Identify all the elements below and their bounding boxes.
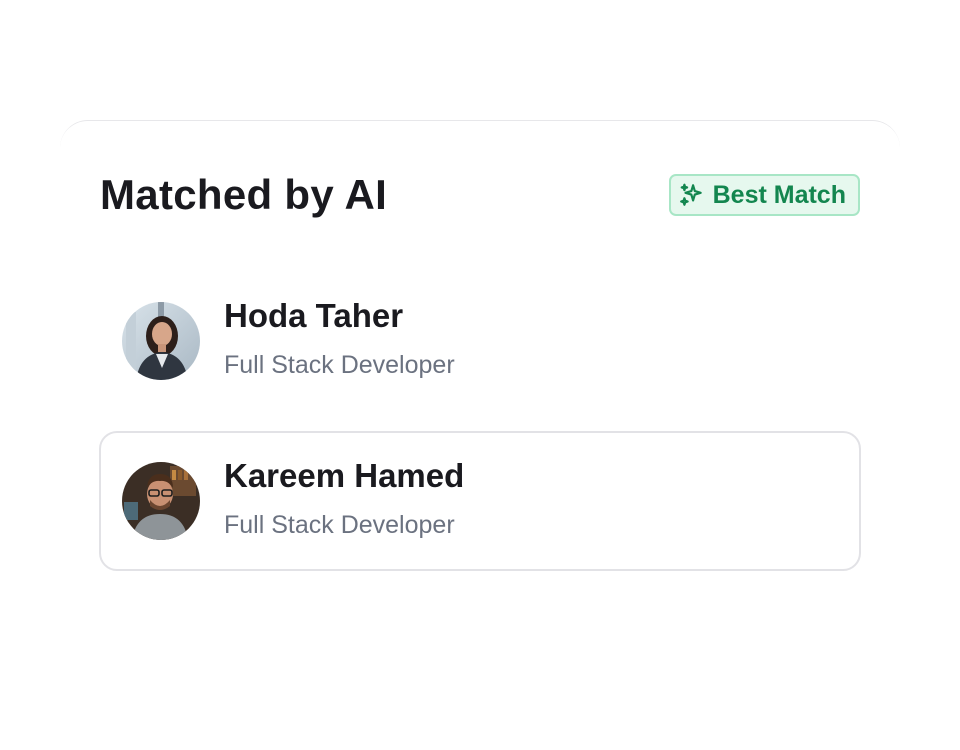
avatar	[122, 302, 200, 380]
matched-by-ai-card: Matched by AI Best Match Hoda Taher Full…	[60, 120, 900, 610]
best-match-badge: Best Match	[668, 174, 860, 216]
candidate-info: Kareem Hamed Full Stack Developer	[224, 457, 464, 540]
candidate-item-hoda-taher[interactable]: Hoda Taher Full Stack Developer	[99, 271, 861, 411]
card-title: Matched by AI	[100, 171, 388, 218]
candidate-name: Kareem Hamed	[224, 457, 465, 494]
sparkles-icon	[679, 182, 705, 208]
card-header: Matched by AI Best Match	[100, 167, 860, 223]
avatar	[122, 462, 200, 540]
best-match-label: Best Match	[712, 180, 846, 209]
candidate-item-kareem-hamed[interactable]: Kareem Hamed Full Stack Developer	[99, 431, 861, 571]
candidate-role: Full Stack Developer	[224, 351, 455, 379]
candidate-role: Full Stack Developer	[224, 511, 455, 539]
candidate-name: Hoda Taher	[224, 297, 404, 334]
candidate-info: Hoda Taher Full Stack Developer	[224, 297, 455, 380]
